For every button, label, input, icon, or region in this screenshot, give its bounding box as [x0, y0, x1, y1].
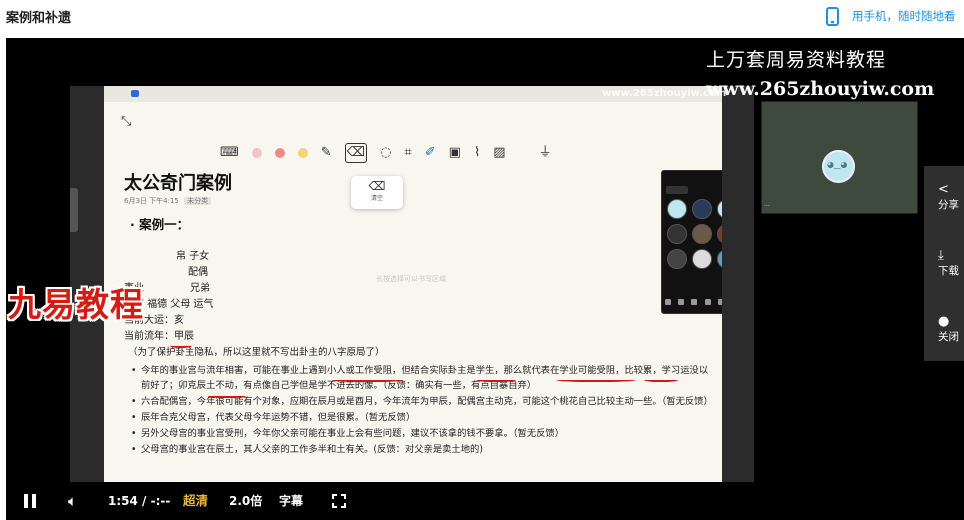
- phone-chip: [666, 186, 688, 194]
- note-tag: 未分类: [184, 197, 212, 205]
- subtitles-button[interactable]: 字幕: [279, 492, 303, 510]
- privacy-note: （为了保护卦主隐私，所以这里就不写出卦主的八字原局了）: [128, 347, 385, 358]
- crop-icon: ⌗: [404, 145, 412, 160]
- color-dot-yellow: [297, 148, 308, 158]
- download-button[interactable]: ⤓ 下载: [938, 248, 964, 278]
- eraser-icon: ⌫: [344, 143, 368, 163]
- mic-icon: ⏚: [538, 145, 552, 160]
- pattern-icon: ▨: [493, 145, 506, 160]
- watermark-url: www.265zhouyiw.com: [706, 78, 935, 100]
- page-title: 案例和补遗: [6, 11, 72, 26]
- avatar: [691, 199, 712, 219]
- lasso-icon: ◌: [380, 145, 392, 160]
- video-player[interactable]: ⤡ ⌨ ✎ ⌫ ◌ ⌗ ✐ ▣ ⌇ ▨ ⏚ ⌫ 清空 太公奇门案例 6月3日 下…: [6, 38, 964, 520]
- pen-icon: ✎: [320, 145, 332, 160]
- ink-underline: [170, 342, 192, 348]
- note-toolbar: ⌨ ✎ ⌫ ◌ ⌗ ✐ ▣ ⌇ ▨ ⏚: [220, 143, 552, 163]
- ink-underline: [476, 377, 516, 382]
- share-button[interactable]: < 分享: [938, 182, 964, 212]
- note-meta: 6月3日 下午4:15 未分类: [124, 196, 212, 206]
- watermark-title: 上万套周易资料教程: [706, 49, 887, 71]
- watch-on-mobile-link[interactable]: 用手机，随时随地看: [826, 6, 956, 26]
- side-panel: < 分享 ⤓ 下载 ● 关闭: [924, 166, 964, 361]
- download-label: 下载: [938, 265, 959, 277]
- camera-pip[interactable]: ···: [761, 101, 918, 214]
- ink-underline: [332, 377, 404, 382]
- fullscreen-icon[interactable]: [332, 494, 346, 508]
- watch-on-mobile-label: 用手机，随时随地看: [852, 9, 956, 23]
- highlighter-icon: ✐: [424, 145, 436, 160]
- avatar: [716, 249, 722, 269]
- phone-avatar-grid: [665, 199, 722, 269]
- speed-button[interactable]: 2.0倍: [229, 492, 262, 510]
- share-icon: <: [938, 182, 949, 197]
- phone-mirror: [661, 170, 722, 314]
- light-off-label: 关闭: [938, 331, 959, 343]
- pause-button[interactable]: [24, 494, 36, 508]
- page-header: 案例和补遗 用手机，随时随地看: [0, 0, 964, 38]
- app-badge-icon: [131, 90, 139, 97]
- list-item: 父母宫的事业宫在辰土，其人父亲的工作多半和土有关。(反馈：对父亲是卖土地的): [131, 442, 709, 457]
- case-heading: · 案例一：: [130, 217, 190, 232]
- bulb-icon: ●: [938, 314, 950, 329]
- writing-hint: 长按选择可以书写区域: [376, 275, 446, 283]
- note-title: 太公奇门案例: [124, 173, 232, 194]
- phone-status-bar: [665, 174, 722, 184]
- shared-screen: ⤡ ⌨ ✎ ⌫ ◌ ⌗ ✐ ▣ ⌇ ▨ ⏚ ⌫ 清空 太公奇门案例 6月3日 下…: [70, 86, 754, 518]
- avatar: [691, 224, 712, 244]
- avatar: [666, 224, 687, 244]
- download-icon: ⤓: [938, 248, 944, 263]
- logo-watermark: 九易教程: [8, 285, 144, 324]
- avatar: [691, 249, 712, 269]
- eraser-popup-icon: ⌫: [368, 179, 386, 193]
- palace-line-3b: 兄弟: [190, 283, 210, 294]
- board-edge-handle: [70, 188, 78, 232]
- image-icon: ▣: [448, 145, 461, 160]
- camera-label: ···: [764, 203, 770, 210]
- time-display: 1:54 / -:--: [108, 494, 171, 508]
- palace-line-1: 帛 子女: [176, 251, 210, 262]
- share-label: 分享: [938, 199, 959, 211]
- list-item: 辰年合克父母宫，代表父母今年运势不错，但是很累。（暂无反馈）: [131, 410, 709, 425]
- ink-underline: [208, 393, 246, 398]
- eraser-popup-label: 清空: [370, 195, 383, 202]
- color-dot-pink: [251, 148, 262, 158]
- quality-button[interactable]: 超清: [183, 492, 208, 510]
- avatar: [822, 150, 855, 183]
- collapse-icon: ⤡: [121, 114, 132, 129]
- color-dot-red: [274, 148, 285, 158]
- note-date: 6月3日 下午4:15: [124, 197, 179, 205]
- phone-bottom-bar: [665, 299, 722, 310]
- ink-underline: [644, 377, 678, 382]
- attach-icon: ⌇: [473, 145, 481, 160]
- light-off-button[interactable]: ● 关闭: [938, 314, 964, 344]
- phone-icon: [826, 6, 839, 26]
- player-controls: 🔈︎ 1:54 / -:-- 超清 2.0倍 字幕: [6, 482, 964, 520]
- avatar: [716, 224, 722, 244]
- eraser-popup: ⌫ 清空: [351, 176, 403, 209]
- keyboard-icon: ⌨: [220, 145, 239, 160]
- palace-line-2: 配偶: [188, 267, 208, 278]
- note-page: ⤡ ⌨ ✎ ⌫ ◌ ⌗ ✐ ▣ ⌇ ▨ ⏚ ⌫ 清空 太公奇门案例 6月3日 下…: [104, 86, 722, 518]
- avatar: [716, 199, 722, 219]
- ink-underline: [556, 377, 636, 382]
- volume-icon[interactable]: 🔈︎: [68, 492, 77, 510]
- avatar: [666, 199, 687, 219]
- list-item: 另外父母宫的事业宫受刑，今年你父亲可能在事业上会有些问题，建议不该拿的钱不要拿。…: [131, 426, 709, 441]
- avatar: [666, 249, 687, 269]
